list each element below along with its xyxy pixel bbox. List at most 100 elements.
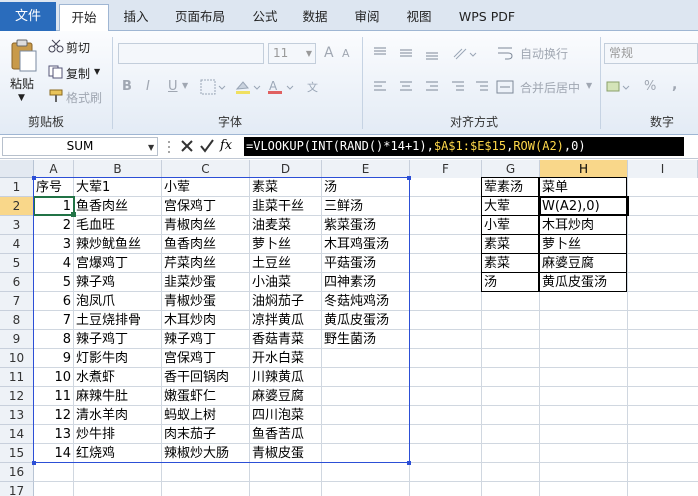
editing-cell-h2[interactable] bbox=[539, 196, 629, 216]
shrink-font-button[interactable]: A bbox=[342, 47, 350, 60]
merge-center-button[interactable]: 合并后居中 bbox=[520, 79, 580, 96]
percent-button[interactable]: % bbox=[644, 79, 656, 94]
format-painter-button[interactable]: 格式刷 bbox=[66, 89, 102, 106]
row-header-13[interactable]: 13 bbox=[0, 406, 34, 425]
fill-color-icon[interactable] bbox=[234, 79, 262, 95]
vertical-align-icons[interactable] bbox=[372, 45, 482, 61]
insert-function-button[interactable]: fx bbox=[220, 138, 232, 153]
formula-bar: SUM ▼ fx =VLOOKUP(INT(RAND()*14+1),$A$1:… bbox=[0, 135, 698, 159]
ribbon-tab-row: 文件 开始 插入 页面布局 公式 数据 审阅 视图 WPS PDF bbox=[0, 0, 698, 32]
tab-home[interactable]: 开始 bbox=[59, 4, 109, 32]
copy-dropdown-icon[interactable]: ▼ bbox=[94, 67, 100, 76]
row-header-11[interactable]: 11 bbox=[0, 368, 34, 387]
alignment-group-label: 对齐方式 bbox=[450, 115, 499, 129]
cut-button[interactable]: 剪切 bbox=[66, 39, 90, 56]
bold-button[interactable]: B bbox=[122, 79, 132, 94]
currency-icon[interactable] bbox=[606, 79, 630, 95]
column-header-h[interactable]: H bbox=[540, 160, 628, 178]
column-header-a[interactable]: A bbox=[34, 160, 74, 178]
copy-icon[interactable] bbox=[48, 65, 64, 79]
column-header-f[interactable]: F bbox=[410, 160, 482, 178]
cell-h5[interactable]: 麻婆豆腐 bbox=[539, 253, 627, 273]
cancel-icon[interactable] bbox=[180, 139, 194, 153]
spreadsheet-grid[interactable]: A B C D E F G H I 1 2 3 4 5 6 7 8 9 10 11 12 13 14 15 16 17 序号 大荤1 小… bbox=[0, 160, 698, 496]
paste-label[interactable]: 粘贴 bbox=[10, 75, 34, 92]
copy-button[interactable]: 复制 bbox=[66, 65, 90, 82]
cell-g6[interactable]: 汤 bbox=[481, 272, 539, 292]
row-header-15[interactable]: 15 bbox=[0, 444, 34, 463]
cell-g1[interactable]: 荤素汤 bbox=[481, 177, 539, 197]
tab-page-layout[interactable]: 页面布局 bbox=[166, 4, 234, 31]
tab-formulas[interactable]: 公式 bbox=[244, 4, 286, 31]
underline-dropdown-icon[interactable]: ▼ bbox=[182, 81, 188, 90]
row-header-1[interactable]: 1 bbox=[0, 178, 34, 197]
italic-button[interactable]: I bbox=[146, 79, 150, 94]
name-box[interactable]: SUM bbox=[2, 137, 158, 156]
cell-h3[interactable]: 木耳炒肉 bbox=[539, 215, 627, 235]
column-header-b[interactable]: B bbox=[74, 160, 162, 178]
column-header-e[interactable]: E bbox=[322, 160, 410, 178]
row-header-17[interactable]: 17 bbox=[0, 482, 34, 496]
phonetic-icon[interactable]: 文 bbox=[306, 79, 326, 95]
font-name-select[interactable] bbox=[118, 43, 264, 64]
row-header-7[interactable]: 7 bbox=[0, 292, 34, 311]
name-box-dropdown-icon[interactable]: ▼ bbox=[148, 143, 154, 152]
paste-dropdown-icon[interactable]: ▼ bbox=[18, 93, 25, 103]
grow-font-button[interactable]: A bbox=[324, 45, 334, 61]
enter-check-icon[interactable] bbox=[200, 139, 214, 153]
paste-button[interactable] bbox=[8, 39, 38, 73]
select-all-corner[interactable] bbox=[0, 160, 34, 178]
resize-handle-icon[interactable] bbox=[166, 139, 172, 155]
column-header-d[interactable]: D bbox=[250, 160, 322, 178]
row-header-6[interactable]: 6 bbox=[0, 273, 34, 292]
wrap-text-button[interactable]: 自动换行 bbox=[520, 45, 568, 62]
tab-insert[interactable]: 插入 bbox=[112, 4, 160, 31]
tab-view[interactable]: 视图 bbox=[398, 4, 440, 31]
column-header-i[interactable]: I bbox=[628, 160, 698, 178]
row-header-4[interactable]: 4 bbox=[0, 235, 34, 254]
row-header-5[interactable]: 5 bbox=[0, 254, 34, 273]
tab-data[interactable]: 数据 bbox=[294, 4, 336, 31]
row-header-2[interactable]: 2 bbox=[0, 197, 34, 216]
clipboard-group-label: 剪贴板 bbox=[28, 115, 65, 129]
column-header-c[interactable]: C bbox=[162, 160, 250, 178]
cell-h4[interactable]: 萝卜丝 bbox=[539, 234, 627, 254]
range-corner-handle[interactable] bbox=[407, 176, 411, 180]
tab-wps-pdf[interactable]: WPS PDF bbox=[452, 4, 522, 31]
cell-g3[interactable]: 小荤 bbox=[481, 215, 539, 235]
merge-dropdown-icon[interactable]: ▼ bbox=[586, 81, 592, 90]
cell-g2[interactable]: 大荤 bbox=[481, 196, 539, 216]
tab-file[interactable]: 文件 bbox=[0, 2, 56, 31]
cell-g5[interactable]: 素菜 bbox=[481, 253, 539, 273]
formula-part: ,0) bbox=[563, 139, 586, 153]
range-corner-handle[interactable] bbox=[32, 461, 36, 465]
font-size-select[interactable]: 11 ▼ bbox=[268, 43, 316, 64]
cell-g4[interactable]: 素菜 bbox=[481, 234, 539, 254]
font-size-value: 11 bbox=[273, 46, 289, 60]
borders-icon[interactable] bbox=[200, 79, 226, 95]
row-header-8[interactable]: 8 bbox=[0, 311, 34, 330]
row-header-10[interactable]: 10 bbox=[0, 349, 34, 368]
underline-button[interactable]: U bbox=[168, 79, 178, 94]
ribbon-separator bbox=[362, 37, 363, 129]
merge-center-icon[interactable] bbox=[496, 79, 516, 95]
row-header-9[interactable]: 9 bbox=[0, 330, 34, 349]
range-corner-handle[interactable] bbox=[407, 461, 411, 465]
comma-style-button[interactable]: , bbox=[672, 77, 677, 93]
row-header-3[interactable]: 3 bbox=[0, 216, 34, 235]
column-header-g[interactable]: G bbox=[482, 160, 540, 178]
formula-input[interactable]: =VLOOKUP(INT(RAND()*14+1),$A$1:$E$15,ROW… bbox=[244, 137, 684, 156]
tab-review[interactable]: 审阅 bbox=[346, 4, 388, 31]
cell-h6[interactable]: 黄瓜皮蛋汤 bbox=[539, 272, 627, 292]
wrap-text-icon[interactable] bbox=[496, 45, 516, 61]
row-header-16[interactable]: 16 bbox=[0, 463, 34, 482]
row-header-12[interactable]: 12 bbox=[0, 387, 34, 406]
range-corner-handle[interactable] bbox=[32, 176, 36, 180]
font-color-icon[interactable]: A bbox=[266, 79, 296, 95]
number-format-select[interactable]: 常规 bbox=[604, 43, 698, 64]
horizontal-align-icons[interactable] bbox=[372, 79, 488, 95]
row-header-14[interactable]: 14 bbox=[0, 425, 34, 444]
cell-h1[interactable]: 菜单 bbox=[539, 177, 627, 197]
format-painter-icon[interactable] bbox=[48, 89, 64, 103]
scissors-icon[interactable] bbox=[48, 39, 64, 53]
